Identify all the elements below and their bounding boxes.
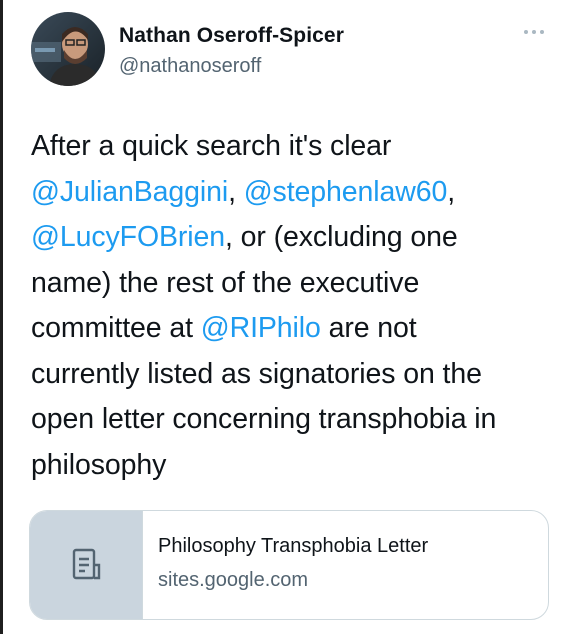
document-icon <box>72 548 101 580</box>
tweet-text-segment: name) the rest of the executive <box>31 266 420 299</box>
avatar[interactable] <box>31 12 105 86</box>
tweet-text: After a quick search it's clear @JulianBa… <box>31 124 551 488</box>
tweet-line: open letter concerning transphobia in <box>31 397 551 443</box>
tweet-text-segment: , <box>228 175 244 208</box>
tweet-line: name) the rest of the executive <box>31 261 551 307</box>
card-domain: sites.google.com <box>158 569 309 591</box>
link-card[interactable]: Philosophy Transphobia Letter sites.goog… <box>29 510 549 620</box>
tweet-line: committee at @RIPhilo are not <box>31 306 551 352</box>
author-handle[interactable]: @nathanoseroff <box>119 55 261 78</box>
mention-link[interactable]: @LucyFOBrien <box>31 221 225 253</box>
tweet-text-segment: currently listed as signatories on the <box>31 357 482 390</box>
mention-link[interactable]: @RIPhilo <box>201 312 321 344</box>
tweet-text-segment: open letter concerning transphobia in <box>31 403 497 435</box>
tweet-text-segment: After a quick search it's clear <box>31 130 392 162</box>
card-thumbnail <box>30 511 143 619</box>
dot <box>532 30 536 34</box>
tweet-text-segment: philosophy <box>31 448 167 481</box>
tweet-line: philosophy <box>31 443 551 489</box>
tweet-line: After a quick search it's clear <box>31 124 551 170</box>
mention-link[interactable]: @JulianBaggini <box>31 176 228 208</box>
dot <box>540 30 544 34</box>
profile-photo-icon <box>31 12 105 86</box>
more-options-icon[interactable] <box>524 26 554 38</box>
tweet-text-segment: , <box>447 175 456 208</box>
tweet-line: @JulianBaggini, @stephenlaw60, <box>31 170 551 216</box>
tweet-line: currently listed as signatories on the <box>31 352 551 398</box>
author-name[interactable]: Nathan Oseroff-Spicer <box>119 24 344 48</box>
tweet-text-segment: committee at <box>31 312 201 344</box>
dot <box>524 30 528 34</box>
tweet-text-segment: , or (excluding one <box>225 221 458 253</box>
tweet-text-segment: are not <box>320 312 417 344</box>
window-edge <box>0 0 3 634</box>
mention-link[interactable]: @stephenlaw60 <box>244 176 448 208</box>
card-title: Philosophy Transphobia Letter <box>158 535 429 557</box>
tweet-line: @LucyFOBrien, or (excluding one <box>31 215 551 261</box>
